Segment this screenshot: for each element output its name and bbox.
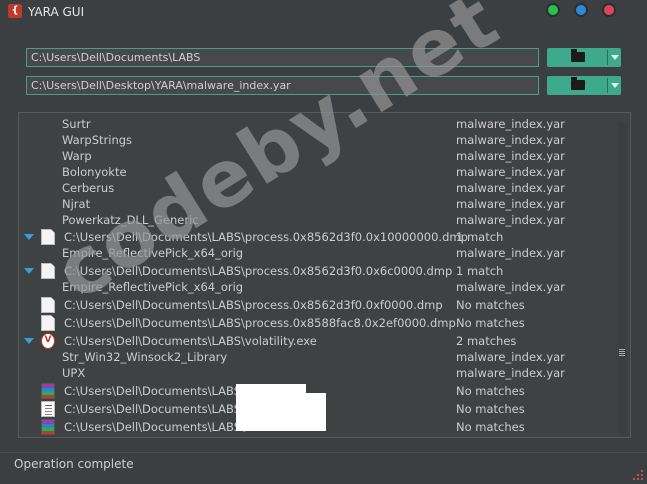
expand-arrow-icon[interactable]: [24, 268, 34, 274]
row-name: C:\Users\Dell\Documents\LABS\volatility.…: [64, 334, 317, 348]
row-result: malware_index.yar: [456, 246, 565, 260]
row-name: C:\Users\Dell\Documents\LABS\process.0x8…: [64, 264, 453, 278]
row-name: Surtr: [62, 117, 91, 131]
tree-match-row[interactable]: Cerberus malware_index.yar: [19, 180, 617, 197]
window-title: YARA GUI: [28, 5, 85, 19]
row-result: malware_index.yar: [456, 213, 565, 227]
chevron-down-icon[interactable]: [611, 55, 619, 60]
row-result: malware_index.yar: [456, 149, 565, 163]
button-divider: [607, 50, 608, 65]
document-icon: [41, 315, 55, 331]
row-name: C:\Users\Dell\Documents\LABS\process.0x8…: [64, 230, 468, 244]
row-name: WarpStrings: [62, 133, 133, 147]
rules-path-field[interactable]: [26, 76, 539, 95]
minimize-button[interactable]: [548, 5, 558, 15]
tree-match-row[interactable]: UPX malware_index.yar: [19, 365, 617, 382]
row-name: Str_Win32_Winsock2_Library: [62, 350, 228, 364]
tree-file-row[interactable]: C:\Users\Dell\Documents\LABS\process.0x8…: [19, 229, 617, 246]
row-result: 1 match: [456, 230, 504, 244]
row-name: Njrat: [62, 197, 91, 211]
tree-file-row[interactable]: V C:\Users\Dell\Documents\LABS\volatility…: [19, 333, 617, 350]
row-result: malware_index.yar: [456, 133, 565, 147]
scrollbar-grip[interactable]: [618, 348, 626, 358]
row-result: 1 match: [456, 264, 504, 278]
row-name: C:\Users\Dell\Documents\LABS\: [64, 402, 245, 416]
tree-match-row[interactable]: Njrat malware_index.yar: [19, 196, 617, 213]
row-name: Empire_ReflectivePick_x64_orig: [62, 280, 244, 294]
tree-match-row[interactable]: Bolonyokte malware_index.yar: [19, 164, 617, 181]
row-result: No matches: [456, 298, 525, 312]
expand-arrow-icon[interactable]: [24, 338, 34, 344]
row-name: Powerkatz_DLL_Generic: [62, 213, 199, 227]
row-result: 2 matches: [456, 334, 517, 348]
browse-rules-button[interactable]: [547, 76, 621, 95]
browse-target-button[interactable]: [547, 48, 621, 67]
row-result: malware_index.yar: [456, 350, 565, 364]
close-button[interactable]: [604, 5, 614, 15]
tree-match-row[interactable]: Empire_ReflectivePick_x64_orig malware_in…: [19, 245, 617, 262]
redaction-box: [236, 417, 326, 431]
vertical-scrollbar[interactable]: [618, 122, 626, 434]
row-result: No matches: [456, 402, 525, 416]
results-tree[interactable]: Surtr malware_index.yar WarpStrings malware…: [18, 112, 631, 438]
archive-icon: [41, 383, 55, 399]
tree-match-row[interactable]: WarpStrings malware_index.yar: [19, 132, 617, 149]
tree-match-row[interactable]: Powerkatz_DLL_Generic malware_index.yar: [19, 212, 617, 229]
resize-grip-icon[interactable]: [633, 470, 643, 480]
row-result: malware_index.yar: [456, 197, 565, 211]
tree-file-row[interactable]: C:\Users\Dell\Documents\LABS\process.0x8…: [19, 297, 617, 314]
row-result: malware_index.yar: [456, 165, 565, 179]
title-bar: { YARA GUI: [0, 0, 647, 24]
row-name: Empire_ReflectivePick_x64_orig: [62, 246, 244, 260]
row-name: Warp: [62, 149, 92, 163]
row-result: malware_index.yar: [456, 117, 565, 131]
button-divider: [607, 78, 608, 93]
tree-file-row[interactable]: C:\Users\Dell\Documents\LABS\process.0x8…: [19, 315, 617, 332]
tree-match-row[interactable]: Surtr malware_index.yar: [19, 116, 617, 133]
row-name: Cerberus: [62, 181, 115, 195]
expand-arrow-icon[interactable]: [24, 234, 34, 240]
target-path-field[interactable]: [26, 48, 539, 67]
row-name: C:\Users\Dell\Documents\LABS\: [64, 420, 245, 434]
tree-file-row[interactable]: C:\Users\Dell\Documents\LABS\process.0x8…: [19, 263, 617, 280]
row-name: C:\Users\Dell\Documents\LABS\process.0x8…: [64, 298, 443, 312]
row-result: malware_index.yar: [456, 181, 565, 195]
tree-file-row[interactable]: C:\Users\Dell\Documents\LABS\ No matches: [19, 393, 617, 427]
row-result: No matches: [456, 420, 525, 434]
app-logo-icon: {: [8, 4, 22, 18]
document-icon: [41, 263, 55, 279]
row-name: C:\Users\Dell\Documents\LABS\process.0x8…: [64, 316, 456, 330]
status-text: Operation complete: [14, 457, 134, 471]
row-name: UPX: [62, 366, 86, 380]
row-result: malware_index.yar: [456, 366, 565, 380]
row-result: malware_index.yar: [456, 280, 565, 294]
document-icon: [41, 229, 55, 245]
status-bar: Operation complete: [0, 452, 647, 484]
row-result: No matches: [456, 316, 525, 330]
folder-icon: [571, 77, 585, 90]
archive-icon: [41, 419, 55, 435]
tree-match-row[interactable]: Str_Win32_Winsock2_Library malware_index.…: [19, 349, 617, 366]
tree-file-row[interactable]: C:\Users\Dell\Documents\LABS\ No matches: [19, 417, 617, 436]
tree-match-row[interactable]: Empire_ReflectivePick_x64_orig malware_in…: [19, 279, 617, 296]
folder-icon: [571, 49, 585, 62]
rules-path-input[interactable]: [31, 77, 538, 94]
document-icon: [41, 297, 55, 313]
target-path-input[interactable]: [31, 49, 538, 66]
chevron-down-icon[interactable]: [611, 83, 619, 88]
text-file-icon: [41, 401, 55, 417]
row-name: C:\Users\Dell\Documents\LABS\: [64, 384, 245, 398]
tree-match-row[interactable]: Warp malware_index.yar: [19, 148, 617, 165]
row-name: Bolonyokte: [62, 165, 127, 179]
volatility-icon: V: [41, 333, 55, 349]
row-result: No matches: [456, 384, 525, 398]
maximize-button[interactable]: [576, 5, 586, 15]
